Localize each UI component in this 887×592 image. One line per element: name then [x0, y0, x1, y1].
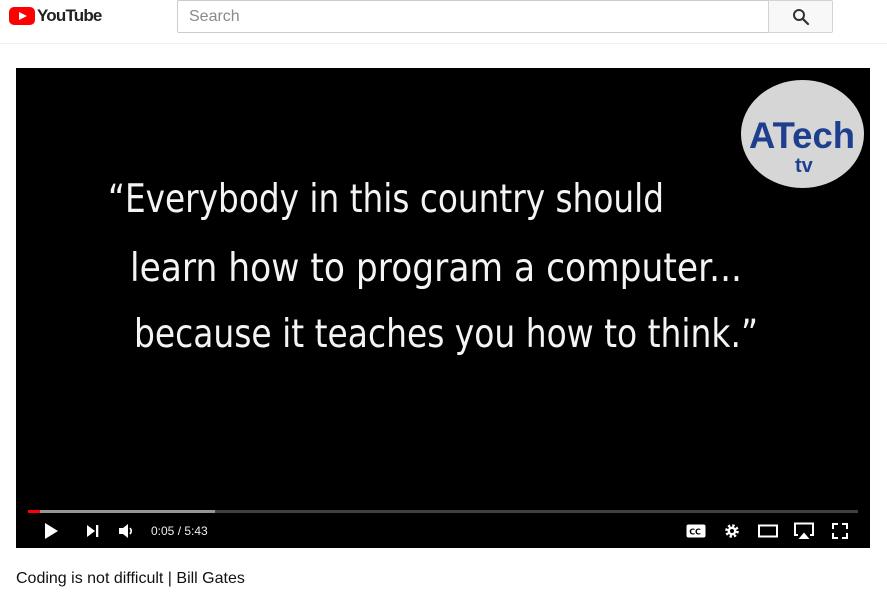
- settings-button[interactable]: [718, 518, 746, 544]
- settings-gear-icon: [725, 524, 739, 538]
- svg-text:CC: CC: [689, 528, 701, 537]
- captions-icon: CC: [686, 524, 706, 538]
- volume-icon: [119, 524, 133, 538]
- quote-line-2: learn how to program a computer...: [130, 246, 742, 291]
- play-button[interactable]: [37, 518, 65, 544]
- quote-line-1: “Everybody in this country should: [108, 177, 664, 222]
- watermark-text: ATech: [749, 115, 855, 156]
- fullscreen-icon: [832, 523, 848, 539]
- fullscreen-button[interactable]: [826, 518, 854, 544]
- youtube-logo[interactable]: YouTube: [9, 6, 102, 26]
- progress-played: [28, 510, 41, 513]
- youtube-play-icon: [9, 7, 35, 25]
- search-input[interactable]: [177, 0, 769, 33]
- airplay-icon: [794, 522, 814, 539]
- next-icon: [87, 525, 99, 537]
- theater-mode-button[interactable]: [754, 518, 782, 544]
- search-icon: [792, 8, 809, 25]
- masthead: YouTube: [0, 0, 887, 44]
- next-button[interactable]: [78, 518, 106, 544]
- progress-buffered: [28, 510, 215, 513]
- player-controls: 0:05 / 5:43 CC: [16, 514, 870, 548]
- time-display: 0:05 / 5:43: [151, 524, 208, 538]
- progress-bar[interactable]: [28, 510, 858, 513]
- captions-button[interactable]: CC: [682, 518, 710, 544]
- video-player[interactable]: “Everybody in this country should learn …: [16, 68, 870, 548]
- channel-watermark: ATech tv: [741, 80, 864, 188]
- logo-text: YouTube: [37, 6, 102, 25]
- watermark-subtext: tv: [795, 155, 814, 177]
- quote-line-3: because it teaches you how to think.”: [134, 312, 758, 357]
- mute-button[interactable]: [112, 518, 140, 544]
- theater-mode-icon: [758, 524, 778, 538]
- airplay-button[interactable]: [790, 518, 818, 544]
- search-button[interactable]: [768, 0, 833, 33]
- play-icon: [45, 523, 58, 539]
- video-title: Coding is not difficult | Bill Gates: [16, 570, 245, 587]
